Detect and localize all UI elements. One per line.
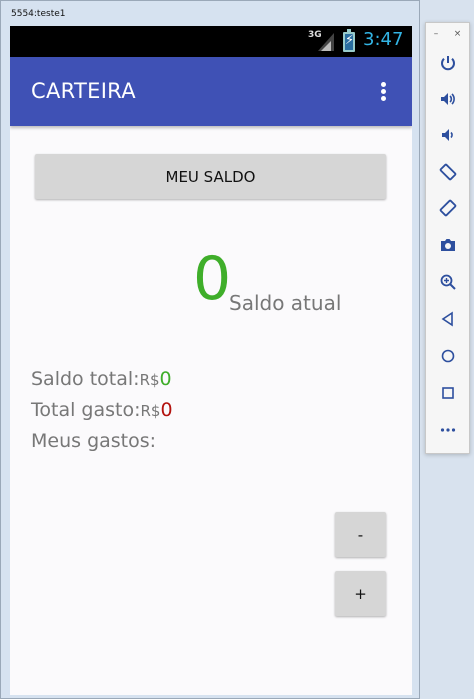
total-gasto-label: Total gasto: <box>31 399 141 421</box>
emulator-controls: – × <box>425 22 470 454</box>
app-bar: CARTEIRA <box>10 57 412 126</box>
status-bar: 3G ⚡ 3:47 <box>10 26 412 57</box>
volume-down-icon[interactable] <box>438 125 458 145</box>
app-title: CARTEIRA <box>31 79 136 103</box>
zoom-icon[interactable] <box>438 272 458 292</box>
rotate-left-icon[interactable] <box>438 162 458 182</box>
camera-icon[interactable] <box>438 235 458 255</box>
more-icon[interactable] <box>438 420 458 440</box>
signal-strength-icon <box>321 41 331 51</box>
saldo-total-label: Saldo total: <box>31 368 140 390</box>
meu-saldo-button[interactable]: MEU SALDO <box>35 154 386 199</box>
meus-gastos-label: Meus gastos: <box>31 430 157 452</box>
decrease-button[interactable]: - <box>335 512 386 557</box>
saldo-total-line: Saldo total:R$0 <box>31 368 172 390</box>
emulator-window: 5554:teste1 3G ⚡ 3:47 CARTEIRA MEU SALDO… <box>0 0 420 699</box>
minimize-button[interactable]: – <box>434 29 439 39</box>
current-balance-label: Saldo atual <box>229 291 342 315</box>
overview-icon[interactable] <box>438 383 458 403</box>
power-icon[interactable] <box>438 53 458 73</box>
total-gasto-value: 0 <box>160 399 173 421</box>
charging-icon: ⚡ <box>345 33 355 48</box>
current-balance-value: 0 <box>193 244 232 314</box>
volume-up-icon[interactable] <box>438 89 458 109</box>
close-button[interactable]: × <box>454 29 462 39</box>
back-icon[interactable] <box>438 309 458 329</box>
status-clock: 3:47 <box>363 29 404 50</box>
total-gasto-currency: R$ <box>140 402 161 420</box>
saldo-total-value: 0 <box>159 368 172 390</box>
device-screen: 3G ⚡ 3:47 CARTEIRA MEU SALDO 0 Saldo atu… <box>10 26 412 695</box>
overflow-menu-icon[interactable] <box>378 82 388 104</box>
increase-button[interactable]: + <box>335 571 386 616</box>
home-icon[interactable] <box>438 346 458 366</box>
panel-window-controls: – × <box>426 29 469 39</box>
window-title: 5554:teste1 <box>11 9 66 19</box>
rotate-right-icon[interactable] <box>438 198 458 218</box>
saldo-total-currency: R$ <box>139 371 160 389</box>
total-gasto-line: Total gasto:R$0 <box>31 399 173 421</box>
